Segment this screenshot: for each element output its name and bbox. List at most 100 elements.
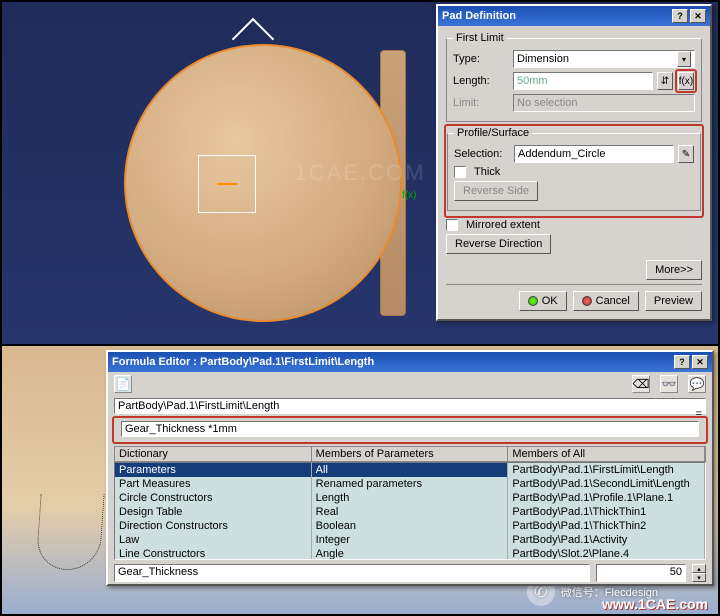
first-limit-group: First Limit Type: Dimension ▾ Length: 50… (446, 38, 702, 122)
path-value: PartBody\Pad.1\FirstLimit\Length (118, 400, 279, 412)
list-item[interactable]: PartBody\Slot.2\Plane.4 (508, 547, 704, 560)
list-item[interactable]: Parameters (115, 463, 311, 477)
folder-icon[interactable]: 📄 (114, 375, 132, 393)
type-dropdown[interactable]: Dimension ▾ (513, 50, 695, 68)
members-params-list[interactable]: All Renamed parameters Length Real Boole… (312, 463, 509, 559)
formula-toolbar: 📄 ⌫ 👓 💬 (108, 372, 712, 396)
profile-highlight: Profile/Surface Selection: Addendum_Circ… (444, 124, 704, 218)
mirrored-extent-checkbox[interactable] (446, 219, 458, 231)
cancel-label: Cancel (596, 295, 630, 307)
dictionary-list[interactable]: Parameters Part Measures Circle Construc… (115, 463, 312, 559)
dialog-title: Pad Definition (442, 10, 670, 22)
list-item[interactable]: PartBody\Pad.1\ThickThin1 (508, 505, 704, 519)
ok-button[interactable]: OK (519, 291, 567, 311)
list-item[interactable]: Design Table (115, 505, 311, 519)
group-label: First Limit (453, 32, 507, 44)
list-item[interactable]: Line Constructors (115, 547, 311, 560)
cancel-button[interactable]: Cancel (573, 291, 639, 311)
help-button[interactable]: ? (674, 355, 690, 369)
formula-value: Gear_Thickness *1mm (125, 423, 237, 435)
list-item[interactable]: All (312, 463, 508, 477)
members-listbox[interactable]: Parameters Part Measures Circle Construc… (114, 462, 706, 560)
length-value: 50mm (517, 75, 548, 87)
url-watermark: www.1CAE.com (602, 596, 708, 612)
selection-label: Selection: (454, 148, 510, 160)
limit-value: No selection (517, 97, 578, 109)
reverse-direction-button[interactable]: Reverse Direction (446, 234, 551, 254)
thick-checkbox[interactable] (454, 166, 466, 178)
titlebar[interactable]: Formula Editor : PartBody\Pad.1\FirstLim… (108, 352, 712, 372)
length-spinner[interactable]: ⇵ (657, 72, 673, 90)
list-item[interactable]: Law (115, 533, 311, 547)
dialog-title: Formula Editor : PartBody\Pad.1\FirstLim… (112, 356, 672, 368)
param-value: 50 (670, 566, 682, 578)
length-label: Length: (453, 75, 509, 87)
help-button[interactable]: ? (672, 9, 688, 23)
type-label: Type: (453, 53, 509, 65)
parameter-edit-row: Gear_Thickness 50 ▴ ▾ (114, 564, 706, 582)
type-value: Dimension (517, 53, 677, 65)
column-headers: Dictionary Members of Parameters Members… (114, 446, 706, 462)
pad-definition-dialog[interactable]: Pad Definition ? ✕ First Limit Type: Dim… (436, 4, 712, 321)
list-item[interactable]: Real (312, 505, 508, 519)
list-item[interactable]: Renamed parameters (312, 477, 508, 491)
chevron-down-icon[interactable]: ▾ (692, 573, 706, 582)
equals-sign: = (696, 408, 702, 420)
length-field[interactable]: 50mm (513, 72, 653, 90)
col-members-all: Members of All (508, 447, 705, 461)
close-button[interactable]: ✕ (690, 9, 706, 23)
chevron-down-icon[interactable]: ▾ (677, 51, 691, 67)
col-members-params: Members of Parameters (312, 447, 509, 461)
limit-label: Limit: (453, 97, 509, 109)
formula-highlight: Gear_Thickness *1mm (112, 416, 708, 444)
ok-label: OK (542, 295, 558, 307)
more-button[interactable]: More>> (646, 260, 702, 280)
list-item[interactable]: Circle Constructors (115, 491, 311, 505)
formula-input[interactable]: Gear_Thickness *1mm (121, 421, 699, 437)
sketch-icon[interactable]: ✎ (678, 145, 694, 163)
members-all-list[interactable]: PartBody\Pad.1\FirstLimit\Length PartBod… (508, 463, 705, 559)
group-label: Profile/Surface (454, 127, 532, 139)
cancel-icon (582, 296, 592, 306)
limit-field: No selection (513, 94, 695, 112)
param-value-field[interactable]: 50 (596, 564, 686, 582)
list-item[interactable]: Direction Constructors (115, 519, 311, 533)
thick-label: Thick (474, 166, 500, 178)
param-name: Gear_Thickness (118, 566, 198, 578)
list-item[interactable]: Angle (312, 547, 508, 560)
wechat-label: 微信号： (561, 587, 605, 599)
fx-glyph: f(x) (402, 190, 416, 201)
list-item[interactable]: PartBody\Pad.1\SecondLimit\Length (508, 477, 704, 491)
list-item[interactable]: Length (312, 491, 508, 505)
tooth-profile-sketch (35, 494, 104, 570)
preview-button[interactable]: Preview (645, 291, 702, 311)
glasses-icon[interactable]: 👓 (660, 375, 678, 393)
list-item[interactable]: Integer (312, 533, 508, 547)
tip-icon[interactable]: 💬 (688, 375, 706, 393)
formula-editor-dialog[interactable]: Formula Editor : PartBody\Pad.1\FirstLim… (106, 350, 714, 586)
eraser-icon[interactable]: ⌫ (632, 375, 650, 393)
reverse-side-button: Reverse Side (454, 181, 538, 201)
param-name-field[interactable]: Gear_Thickness (114, 564, 590, 582)
profile-surface-group: Profile/Surface Selection: Addendum_Circ… (447, 133, 701, 211)
list-item[interactable]: PartBody\Pad.1\ThickThin2 (508, 519, 704, 533)
value-spinner[interactable]: ▴ ▾ (692, 564, 706, 582)
col-dictionary: Dictionary (115, 447, 312, 461)
close-button[interactable]: ✕ (692, 355, 708, 369)
parameter-path-field[interactable]: PartBody\Pad.1\FirstLimit\Length (114, 398, 706, 414)
mirrored-extent-label: Mirrored extent (466, 219, 540, 231)
list-item[interactable]: PartBody\Pad.1\Profile.1\Plane.1 (508, 491, 704, 505)
titlebar[interactable]: Pad Definition ? ✕ (438, 6, 710, 26)
list-item[interactable]: PartBody\Pad.1\FirstLimit\Length (508, 463, 704, 477)
selection-value: Addendum_Circle (518, 148, 605, 160)
selection-field[interactable]: Addendum_Circle (514, 145, 674, 163)
list-item[interactable]: Boolean (312, 519, 508, 533)
list-item[interactable]: PartBody\Pad.1\Activity (508, 533, 704, 547)
formula-button-highlight: f(x) (675, 69, 697, 93)
sketch-plane-center (198, 155, 256, 213)
ok-icon (528, 296, 538, 306)
list-item[interactable]: Part Measures (115, 477, 311, 491)
formula-button[interactable]: f(x) (678, 72, 694, 90)
gear-preview[interactable] (124, 44, 402, 322)
chevron-up-icon[interactable]: ▴ (692, 564, 706, 573)
